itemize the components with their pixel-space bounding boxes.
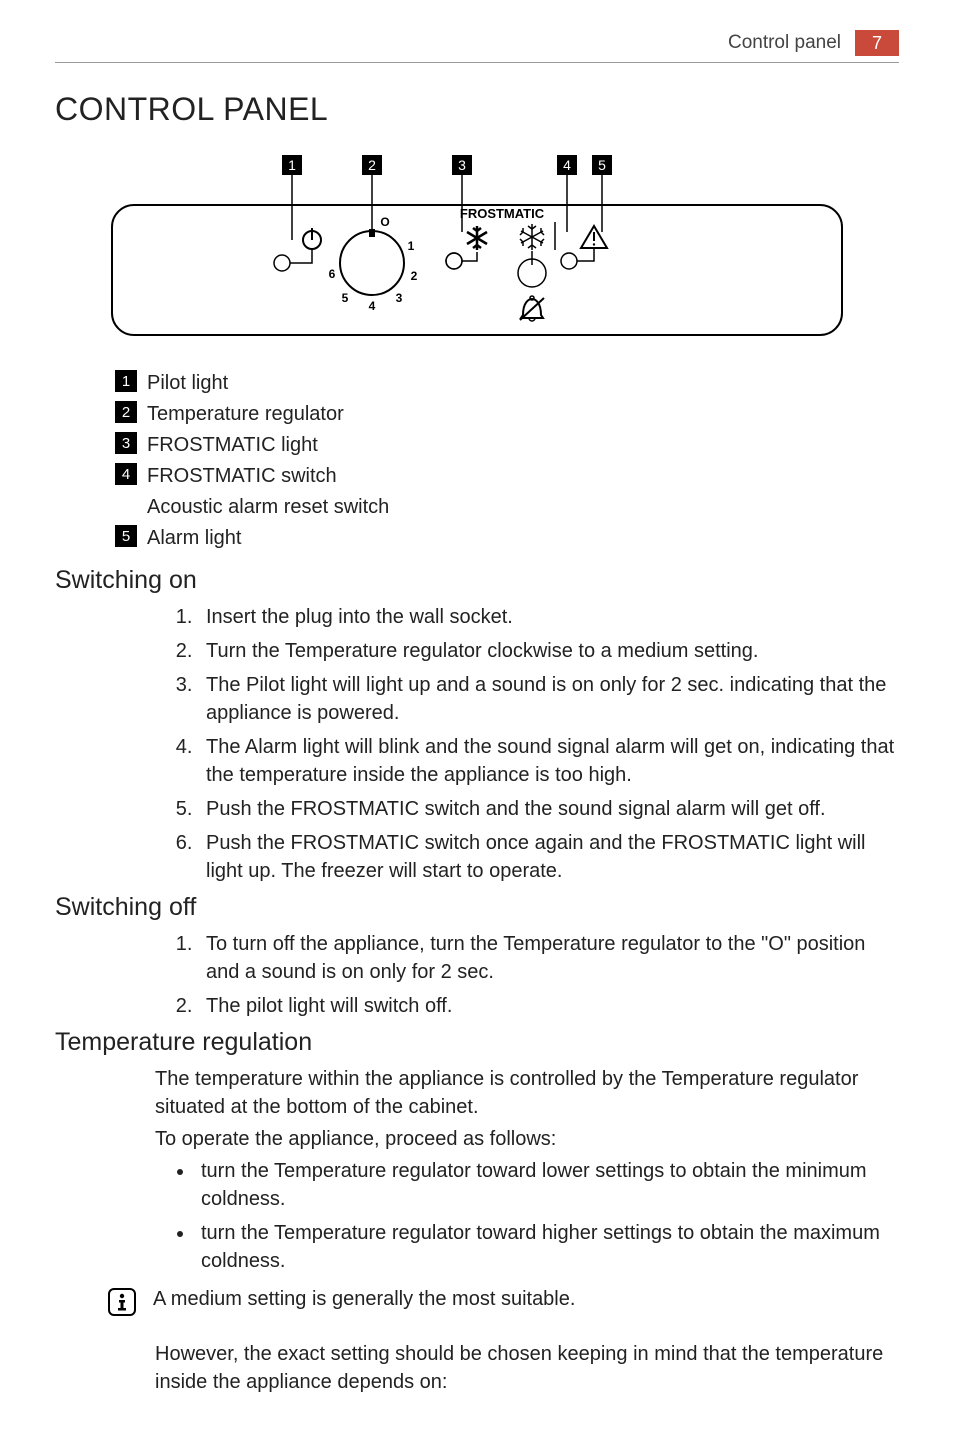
control-panel-diagram: 1 2 3 4 5 — [55, 150, 899, 350]
bullet-item: turn the Temperature regulator toward lo… — [195, 1157, 899, 1213]
step-item: The Pilot light will light up and a soun… — [198, 671, 899, 727]
legend-number: 5 — [115, 525, 137, 547]
svg-text:3: 3 — [396, 291, 403, 305]
bullet-item: turn the Temperature regulator toward hi… — [195, 1219, 899, 1275]
svg-text:6: 6 — [329, 267, 336, 281]
bell-mute-icon — [520, 296, 544, 321]
svg-text:2: 2 — [411, 269, 418, 283]
temp-reg-bullets: turn the Temperature regulator toward lo… — [167, 1157, 899, 1275]
step-item: The pilot light will switch off. — [198, 992, 899, 1020]
switching-on-steps: Insert the plug into the wall socket. Tu… — [170, 603, 899, 885]
page-header: Control panel 7 — [55, 30, 899, 63]
info-icon — [107, 1287, 137, 1322]
heading-switching-on: Switching on — [55, 566, 899, 595]
temp-reg-paragraph: However, the exact setting should be cho… — [155, 1340, 899, 1396]
legend-number: 2 — [115, 401, 137, 423]
svg-text:5: 5 — [342, 291, 349, 305]
step-item: To turn off the appliance, turn the Temp… — [198, 930, 899, 986]
legend-item: 2 Temperature regulator — [115, 401, 899, 428]
callout-1: 1 — [288, 157, 296, 173]
legend-label: Alarm light — [147, 525, 241, 552]
header-section-title: Control panel — [728, 32, 841, 54]
step-item: Push the FROSTMATIC switch once again an… — [198, 829, 899, 885]
legend-label: Pilot light — [147, 370, 228, 397]
snowflake-outline-icon — [520, 224, 544, 250]
step-item: Insert the plug into the wall socket. — [198, 603, 899, 631]
legend-number: 4 — [115, 463, 137, 485]
temp-reg-paragraph: The temperature within the appliance is … — [155, 1065, 899, 1121]
callout-4: 4 — [563, 157, 571, 173]
info-text: A medium setting is generally the most s… — [153, 1285, 575, 1313]
frostmatic-label: FROSTMATIC — [460, 206, 545, 221]
legend-label: FROSTMATIC switch — [147, 463, 337, 490]
legend-list: 1 Pilot light 2 Temperature regulator 3 … — [115, 370, 899, 552]
page-number-badge: 7 — [855, 30, 899, 56]
page-title: CONTROL PANEL — [55, 91, 899, 128]
callout-5: 5 — [598, 157, 606, 173]
info-note: A medium setting is generally the most s… — [107, 1285, 899, 1322]
power-icon — [274, 228, 321, 271]
heading-switching-off: Switching off — [55, 893, 899, 922]
callout-3: 3 — [458, 157, 466, 173]
legend-number: 1 — [115, 370, 137, 392]
legend-item: 4 FROSTMATIC switch — [115, 463, 899, 490]
snowflake-solid-icon — [446, 226, 487, 269]
legend-label: FROSTMATIC light — [147, 432, 318, 459]
switching-off-steps: To turn off the appliance, turn the Temp… — [170, 930, 899, 1020]
legend-item: 1 Pilot light — [115, 370, 899, 397]
warning-triangle-icon — [561, 226, 607, 269]
legend-number: 3 — [115, 432, 137, 454]
svg-text:4: 4 — [369, 299, 376, 313]
svg-text:O: O — [380, 215, 389, 229]
step-item: The Alarm light will blink and the sound… — [198, 733, 899, 789]
temperature-dial-icon: O 1 2 3 4 5 6 — [329, 215, 418, 313]
temp-reg-paragraph: To operate the appliance, proceed as fol… — [155, 1125, 899, 1153]
step-item: Turn the Temperature regulator clockwise… — [198, 637, 899, 665]
callout-2: 2 — [368, 157, 376, 173]
legend-sublabel: Acoustic alarm reset switch — [147, 494, 899, 521]
legend-item: 5 Alarm light — [115, 525, 899, 552]
step-item: Push the FROSTMATIC switch and the sound… — [198, 795, 899, 823]
legend-label: Temperature regulator — [147, 401, 344, 428]
heading-temperature-regulation: Temperature regulation — [55, 1028, 899, 1057]
legend-item: 3 FROSTMATIC light — [115, 432, 899, 459]
svg-text:1: 1 — [408, 239, 415, 253]
